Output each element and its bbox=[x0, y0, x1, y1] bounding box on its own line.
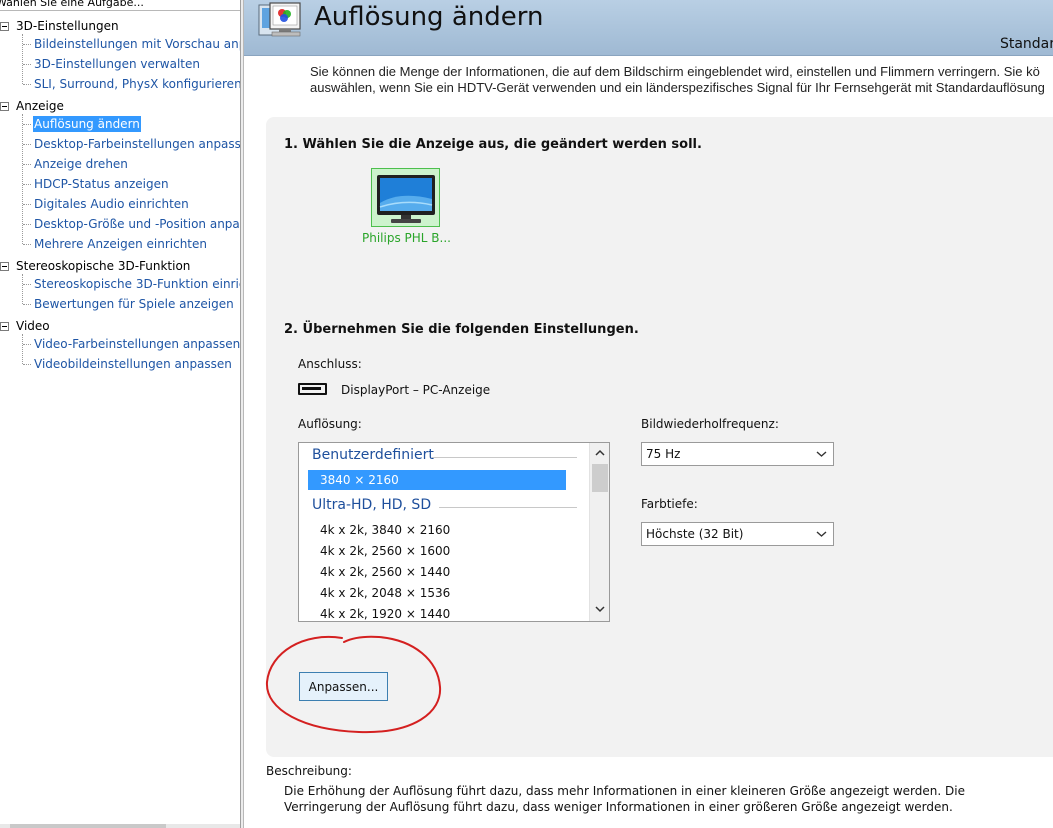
tree-connector bbox=[23, 344, 31, 345]
tree-item-desktop-size[interactable]: Desktop-Größe und -Position anpass bbox=[33, 216, 240, 232]
tree-category-3d-settings[interactable]: 3D-Einstellungen bbox=[16, 18, 119, 34]
display-settings-icon bbox=[258, 2, 301, 37]
color-depth-value: Höchste (32 Bit) bbox=[646, 527, 744, 541]
intro-line: auswählen, wenn Sie ein HDTV-Gerät verwe… bbox=[310, 80, 1045, 95]
connection-label: Anschluss: bbox=[298, 357, 362, 371]
tree-item-video-image[interactable]: Videobildeinstellungen anpassen bbox=[33, 356, 233, 372]
customize-button[interactable]: Anpassen... bbox=[299, 672, 388, 701]
resolution-item[interactable]: 4k x 2k, 2560 × 1440 bbox=[320, 565, 450, 579]
tree-connector bbox=[23, 44, 31, 45]
tree-item-game-ratings[interactable]: Bewertungen für Spiele anzeigen bbox=[33, 296, 235, 312]
tree-item-manage-3d[interactable]: 3D-Einstellungen verwalten bbox=[33, 56, 201, 72]
scroll-down-icon[interactable] bbox=[594, 603, 606, 615]
resolution-list-scrollbar[interactable] bbox=[589, 443, 609, 621]
resolution-item[interactable]: 4k x 2k, 2560 × 1600 bbox=[320, 544, 450, 558]
tree-connector bbox=[22, 334, 23, 364]
monitor-icon bbox=[377, 175, 435, 223]
content-area: Auflösung ändern Standar Sie können die … bbox=[244, 0, 1053, 828]
tree-item-change-resolution[interactable]: Auflösung ändern bbox=[33, 116, 141, 132]
resolution-item[interactable]: 4k x 2k, 1920 × 1440 bbox=[320, 607, 450, 621]
tree-connector bbox=[23, 124, 31, 125]
refresh-rate-label: Bildwiederholfrequenz: bbox=[641, 417, 779, 431]
color-depth-dropdown[interactable]: Höchste (32 Bit) bbox=[641, 522, 834, 546]
tree-connector bbox=[23, 244, 31, 245]
tree-connector bbox=[23, 144, 31, 145]
tree-connector bbox=[23, 64, 31, 65]
settings-panel: 1. Wählen Sie die Anzeige aus, die geänd… bbox=[266, 117, 1053, 757]
tree-connector bbox=[23, 284, 31, 285]
intro-line: Sie können die Menge der Informationen, … bbox=[310, 64, 1040, 79]
resolution-item-selected[interactable]: 3840 × 2160 bbox=[308, 470, 566, 490]
refresh-rate-dropdown[interactable]: 75 Hz bbox=[641, 442, 834, 466]
tree-category-display[interactable]: Anzeige bbox=[16, 98, 64, 114]
resolution-item[interactable]: 4k x 2k, 2048 × 1536 bbox=[320, 586, 450, 600]
color-depth-label: Farbtiefe: bbox=[641, 497, 698, 511]
scroll-up-icon[interactable] bbox=[594, 447, 606, 459]
collapse-icon[interactable] bbox=[0, 102, 9, 111]
resolution-group-uhd: Ultra-HD, HD, SD bbox=[312, 497, 432, 513]
tree-connector bbox=[23, 304, 31, 305]
tree-item-multiple-displays[interactable]: Mehrere Anzeigen einrichten bbox=[33, 236, 208, 252]
resolution-item[interactable]: 4k x 2k, 3840 × 2160 bbox=[320, 523, 450, 537]
tree-item-desktop-color[interactable]: Desktop-Farbeinstellungen anpassen bbox=[33, 136, 240, 152]
tree-item-hdcp-status[interactable]: HDCP-Status anzeigen bbox=[33, 176, 170, 192]
resolution-label: Auflösung: bbox=[298, 417, 362, 431]
chevron-down-icon bbox=[816, 531, 827, 537]
restore-defaults-link[interactable]: Standar bbox=[1000, 36, 1053, 52]
tree-connector bbox=[23, 364, 31, 365]
step2-heading: 2. Übernehmen Sie die folgenden Einstell… bbox=[284, 322, 639, 337]
scrollbar-thumb[interactable] bbox=[10, 824, 166, 828]
connection-value: DisplayPort – PC-Anzeige bbox=[341, 383, 491, 397]
task-tree: Wählen Sie eine Aufgabe... 3D-Einstellun… bbox=[0, 0, 240, 828]
resolution-list[interactable]: Benutzerdefiniert 3840 × 2160 Ultra-HD, … bbox=[298, 442, 610, 622]
scrollbar-thumb[interactable] bbox=[592, 464, 608, 492]
tree-item-rotate-display[interactable]: Anzeige drehen bbox=[33, 156, 129, 172]
group-divider bbox=[432, 457, 577, 458]
tree-item-digital-audio[interactable]: Digitales Audio einrichten bbox=[33, 196, 190, 212]
tree-item-preview-settings[interactable]: Bildeinstellungen mit Vorschau anpa bbox=[33, 36, 240, 52]
description-line: Die Erhöhung der Auflösung führt dazu, d… bbox=[284, 784, 965, 798]
tree-connector bbox=[23, 184, 31, 185]
page-banner: Auflösung ändern Standar bbox=[244, 0, 1053, 56]
description-line: Verringerung der Auflösung führt dazu, d… bbox=[284, 800, 953, 814]
description-label: Beschreibung: bbox=[266, 764, 352, 778]
tree-divider bbox=[0, 10, 240, 11]
description-text: Die Erhöhung der Auflösung führt dazu, d… bbox=[284, 783, 965, 815]
tree-connector bbox=[22, 274, 23, 304]
tree-item-sli-physx[interactable]: SLI, Surround, PhysX konfigurieren bbox=[33, 76, 240, 92]
refresh-rate-value: 75 Hz bbox=[646, 447, 681, 461]
step1-heading: 1. Wählen Sie die Anzeige aus, die geänd… bbox=[284, 137, 702, 152]
resolution-group-custom: Benutzerdefiniert bbox=[312, 447, 434, 463]
group-divider bbox=[439, 507, 577, 508]
tree-connector bbox=[23, 164, 31, 165]
tree-horizontal-scrollbar[interactable] bbox=[0, 824, 240, 828]
chevron-down-icon bbox=[816, 451, 827, 457]
tree-header: Wählen Sie eine Aufgabe... bbox=[0, 0, 144, 9]
display-selector-philips[interactable] bbox=[371, 168, 440, 227]
intro-text: Sie können die Menge der Informationen, … bbox=[310, 64, 1053, 96]
resolution-item-label: 3840 × 2160 bbox=[320, 473, 399, 487]
tree-category-video[interactable]: Video bbox=[16, 318, 50, 334]
tree-connector bbox=[23, 224, 31, 225]
tree-category-stereo-3d[interactable]: Stereoskopische 3D-Funktion bbox=[16, 258, 190, 274]
collapse-icon[interactable] bbox=[0, 22, 9, 31]
tree-connector bbox=[23, 204, 31, 205]
tree-connector bbox=[23, 84, 31, 85]
tree-item-video-color[interactable]: Video-Farbeinstellungen anpassen bbox=[33, 336, 240, 352]
tree-item-stereo-setup[interactable]: Stereoskopische 3D-Funktion einrich bbox=[33, 276, 240, 292]
tree-connector bbox=[22, 34, 23, 84]
collapse-icon[interactable] bbox=[0, 322, 9, 331]
page-title: Auflösung ändern bbox=[314, 2, 544, 32]
displayport-icon bbox=[298, 383, 327, 395]
display-name[interactable]: Philips PHL B... bbox=[362, 231, 451, 245]
collapse-icon[interactable] bbox=[0, 262, 9, 271]
customize-button-label: Anpassen... bbox=[308, 680, 379, 694]
